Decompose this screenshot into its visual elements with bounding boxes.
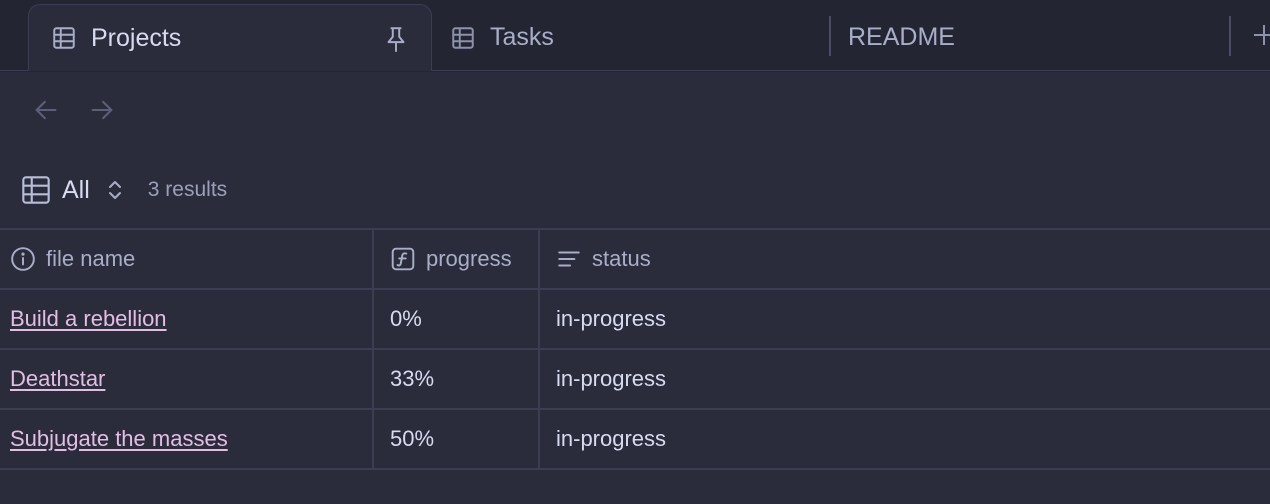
table-row: Subjugate the masses 50% in-progress: [0, 408, 1270, 470]
progress-cell: 0%: [372, 290, 538, 348]
tab-separator: [1229, 16, 1231, 56]
tab-bar: Projects Tasks README: [0, 0, 1270, 72]
tab-label: Tasks: [490, 23, 554, 51]
file-link[interactable]: Deathstar: [10, 366, 105, 392]
table-icon: [450, 25, 476, 51]
back-arrow-icon[interactable]: [32, 96, 60, 124]
file-link[interactable]: Subjugate the masses: [10, 426, 228, 452]
view-header: All 3 results: [20, 172, 227, 208]
table-icon: [51, 25, 77, 51]
app-window: Projects Tasks README All 3 results file…: [0, 0, 1270, 504]
result-count: 3 results: [147, 178, 228, 201]
tab-projects[interactable]: Projects: [28, 4, 432, 71]
tab-tasks[interactable]: Tasks: [432, 4, 830, 71]
table-row: Build a rebellion 0% in-progress: [0, 288, 1270, 348]
column-header-label: status: [592, 246, 651, 271]
forward-arrow-icon[interactable]: [88, 96, 116, 124]
formula-icon: [390, 246, 416, 272]
progress-cell: 50%: [372, 410, 538, 468]
file-name-cell: Build a rebellion: [10, 290, 372, 348]
chevron-up-down-icon[interactable]: [104, 176, 126, 204]
column-header-progress[interactable]: progress: [372, 230, 538, 288]
text-lines-icon: [556, 246, 582, 272]
pin-icon[interactable]: [383, 25, 409, 55]
table-row: Deathstar 33% in-progress: [0, 348, 1270, 408]
column-header-label: file name: [46, 246, 136, 271]
info-icon: [10, 246, 36, 272]
progress-cell: 33%: [372, 350, 538, 408]
results-table: file name progress status Build a rebell…: [0, 228, 1270, 470]
tab-label: Projects: [91, 23, 182, 52]
column-header-file-name[interactable]: file name: [10, 230, 372, 288]
tab-readme[interactable]: README: [830, 4, 1230, 71]
view-name[interactable]: All: [62, 176, 90, 205]
tab-label: README: [848, 23, 955, 51]
column-header-status[interactable]: status: [538, 230, 1270, 288]
status-cell: in-progress: [538, 290, 1270, 348]
file-link[interactable]: Build a rebellion: [10, 306, 167, 332]
file-name-cell: Subjugate the masses: [10, 410, 372, 468]
column-header-label: progress: [426, 246, 512, 271]
new-tab-plus-icon[interactable]: [1252, 20, 1270, 50]
table-header-row: file name progress status: [0, 228, 1270, 288]
file-name-cell: Deathstar: [10, 350, 372, 408]
status-cell: in-progress: [538, 410, 1270, 468]
status-cell: in-progress: [538, 350, 1270, 408]
table-view-icon[interactable]: [20, 174, 52, 206]
